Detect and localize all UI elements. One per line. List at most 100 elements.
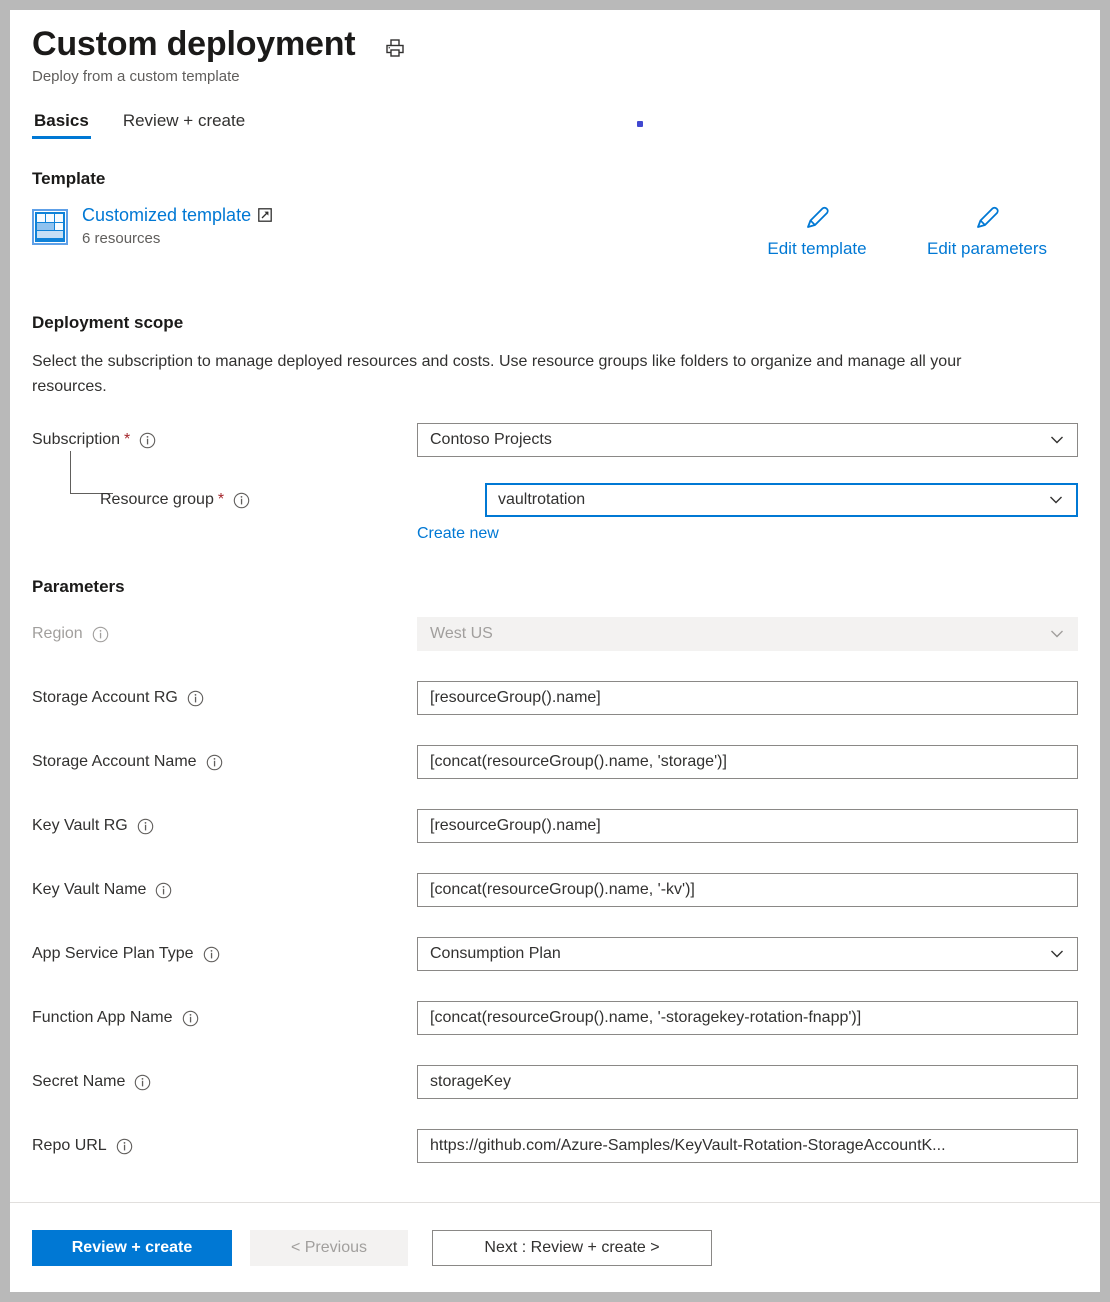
parameter-label-app-service-plan-type: App Service Plan Type	[32, 945, 194, 963]
previous-button[interactable]: < Previous	[250, 1230, 408, 1266]
info-icon[interactable]	[187, 690, 204, 707]
info-icon[interactable]	[92, 626, 109, 643]
parameter-value-region: West US	[430, 625, 1037, 643]
tab-strip: Basics Review + create	[32, 105, 1078, 139]
parameter-label-cell-app-service-plan-type: App Service Plan Type	[32, 945, 417, 963]
page-subtitle: Deploy from a custom template	[32, 68, 1078, 85]
parameter-row: Function App Name [concat(resourceGroup()…	[32, 999, 1078, 1037]
resource-group-label-cell: Resource group *	[32, 491, 485, 509]
parameters-heading: Parameters	[32, 577, 1078, 597]
parameter-field-key-vault-rg[interactable]: [resourceGroup().name]	[417, 809, 1078, 843]
info-icon[interactable]	[203, 946, 220, 963]
template-row: Customized template 6 resources Edit tem	[32, 203, 1078, 275]
parameter-label-cell-secret-name: Secret Name	[32, 1073, 417, 1091]
template-info: Customized template 6 resources	[82, 203, 272, 247]
print-icon[interactable]	[383, 36, 407, 60]
info-icon[interactable]	[134, 1074, 151, 1091]
parameter-row: Key Vault Name [concat(resourceGroup().na…	[32, 871, 1078, 909]
blade-footer: Review + create < Previous Next : Review…	[10, 1202, 1100, 1292]
resource-group-value: vaultrotation	[498, 491, 1065, 509]
parameter-label-function-app-name: Function App Name	[32, 1009, 173, 1027]
subscription-row: Subscription * Contoso Projects	[32, 421, 1078, 459]
parameter-value-repo-url: https://github.com/Azure-Samples/KeyVaul…	[430, 1137, 1065, 1155]
tab-basics[interactable]: Basics	[32, 111, 91, 139]
parameter-label-region: Region	[32, 625, 83, 643]
parameter-label-cell-key-vault-rg: Key Vault RG	[32, 817, 417, 835]
external-link-icon	[258, 208, 272, 222]
subscription-select[interactable]: Contoso Projects	[417, 423, 1078, 457]
parameter-row: Secret Name storageKey	[32, 1063, 1078, 1101]
parameter-value-function-app-name: [concat(resourceGroup().name, '-storagek…	[430, 1009, 1065, 1027]
parameter-row: Key Vault RG [resourceGroup().name]	[32, 807, 1078, 845]
status-dot	[637, 121, 643, 127]
template-section-heading: Template	[32, 169, 1078, 189]
parameter-label-storage-account-rg: Storage Account RG	[32, 689, 178, 707]
info-icon[interactable]	[139, 432, 156, 449]
edit-parameters-label: Edit parameters	[927, 239, 1047, 259]
review-create-button[interactable]: Review + create	[32, 1230, 232, 1266]
parameters-list: Region West US Storage Account RG [resource…	[32, 615, 1078, 1165]
resource-group-label: Resource group	[100, 491, 214, 509]
parameter-field-repo-url[interactable]: https://github.com/Azure-Samples/KeyVaul…	[417, 1129, 1078, 1163]
parameter-field-key-vault-name[interactable]: [concat(resourceGroup().name, '-kv')]	[417, 873, 1078, 907]
resource-group-row: Resource group * vaultrotation	[32, 481, 1078, 519]
parameter-label-key-vault-rg: Key Vault RG	[32, 817, 128, 835]
deployment-scope-heading: Deployment scope	[32, 313, 1078, 333]
next-review-create-button[interactable]: Next : Review + create >	[432, 1230, 712, 1266]
info-icon[interactable]	[137, 818, 154, 835]
parameter-value-storage-account-name: [concat(resourceGroup().name, 'storage')…	[430, 753, 1065, 771]
custom-deployment-blade: Custom deployment Deploy from a custom t…	[10, 10, 1100, 1292]
parameter-label-cell-storage-account-rg: Storage Account RG	[32, 689, 417, 707]
chevron-down-icon	[1049, 626, 1065, 642]
template-resource-count: 6 resources	[82, 230, 272, 247]
pencil-icon	[972, 203, 1002, 233]
pencil-icon	[802, 203, 832, 233]
parameter-value-key-vault-rg: [resourceGroup().name]	[430, 817, 1065, 835]
parameter-field-region: West US	[417, 617, 1078, 651]
parameter-row: Storage Account RG [resourceGroup().name]	[32, 679, 1078, 717]
parameter-label-repo-url: Repo URL	[32, 1137, 107, 1155]
template-edit-actions: Edit template Edit parameters	[732, 203, 1072, 259]
parameter-value-storage-account-rg: [resourceGroup().name]	[430, 689, 1065, 707]
parameter-field-storage-account-name[interactable]: [concat(resourceGroup().name, 'storage')…	[417, 745, 1078, 779]
parameter-label-secret-name: Secret Name	[32, 1073, 125, 1091]
parameter-value-app-service-plan-type: Consumption Plan	[430, 945, 1037, 963]
subscription-label: Subscription	[32, 431, 120, 449]
parameter-row: Storage Account Name [concat(resourceGrou…	[32, 743, 1078, 781]
parameter-field-function-app-name[interactable]: [concat(resourceGroup().name, '-storagek…	[417, 1001, 1078, 1035]
parameter-field-secret-name[interactable]: storageKey	[417, 1065, 1078, 1099]
parameter-value-secret-name: storageKey	[430, 1073, 1065, 1091]
parameter-label-cell-key-vault-name: Key Vault Name	[32, 881, 417, 899]
info-icon[interactable]	[182, 1010, 199, 1027]
parameter-row: Region West US	[32, 615, 1078, 653]
parameter-row: Repo URL https://github.com/Azure-Samples…	[32, 1127, 1078, 1165]
parameter-row: App Service Plan Type Consumption Plan	[32, 935, 1078, 973]
parameter-label-cell-storage-account-name: Storage Account Name	[32, 753, 417, 771]
edit-parameters-button[interactable]: Edit parameters	[902, 203, 1072, 259]
info-icon[interactable]	[155, 882, 172, 899]
parameter-value-key-vault-name: [concat(resourceGroup().name, '-kv')]	[430, 881, 1065, 899]
customized-template-link[interactable]: Customized template	[82, 203, 272, 227]
parameter-field-app-service-plan-type[interactable]: Consumption Plan	[417, 937, 1078, 971]
chevron-down-icon	[1049, 946, 1065, 962]
header: Custom deployment	[32, 10, 1078, 64]
parameter-label-key-vault-name: Key Vault Name	[32, 881, 146, 899]
parameter-field-storage-account-rg[interactable]: [resourceGroup().name]	[417, 681, 1078, 715]
create-new-link[interactable]: Create new	[417, 525, 1078, 543]
parameter-label-cell-region: Region	[32, 625, 417, 643]
page-title: Custom deployment	[32, 24, 355, 64]
parameter-label-cell-repo-url: Repo URL	[32, 1137, 417, 1155]
resource-group-select[interactable]: vaultrotation	[485, 483, 1078, 517]
tab-review-create[interactable]: Review + create	[121, 111, 247, 139]
edit-template-button[interactable]: Edit template	[732, 203, 902, 259]
info-icon[interactable]	[116, 1138, 133, 1155]
info-icon[interactable]	[233, 492, 250, 509]
info-icon[interactable]	[206, 754, 223, 771]
subscription-required-marker: *	[124, 431, 130, 449]
print-icon-glyph	[384, 37, 406, 59]
subscription-label-cell: Subscription *	[32, 431, 417, 449]
edit-template-label: Edit template	[767, 239, 866, 259]
subscription-value: Contoso Projects	[430, 431, 1037, 449]
chevron-down-icon	[1049, 432, 1065, 448]
spacer	[32, 459, 1078, 481]
